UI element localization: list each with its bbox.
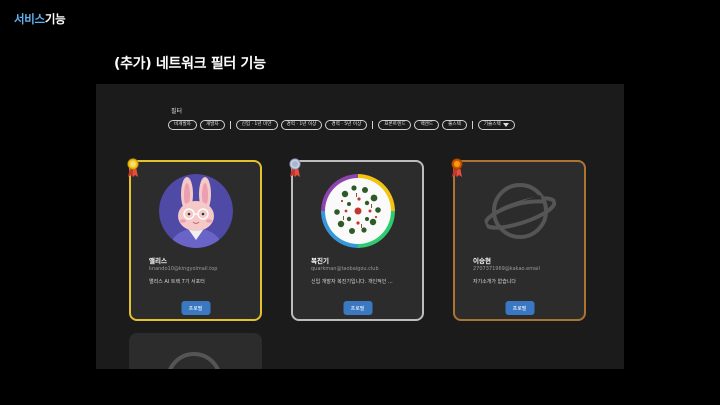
profile-button[interactable]: 프로필 xyxy=(343,301,372,315)
chip-5yr-plus[interactable]: 경력 · 5년 이상 xyxy=(325,119,368,130)
app-screenshot-panel: 필터 비개발자 개발자 신입 · 1년 미만 경력 · 1년 이상 경력 · 5… xyxy=(96,84,624,369)
card-bio: 신입 개발자 복진기입니다. 개인적인 ... xyxy=(311,279,393,285)
card-name: 앨리스 xyxy=(149,257,167,265)
profile-button[interactable]: 프로필 xyxy=(505,301,534,315)
profile-card[interactable]: 복진기 quarkman@taobaigou.club 신입 개발자 복진기입니… xyxy=(289,158,424,321)
chip-1yr-plus[interactable]: 경력 · 1년 이상 xyxy=(280,119,323,130)
filter-label: 필터 xyxy=(171,108,183,115)
gold-medal-icon xyxy=(127,158,139,177)
chip-junior[interactable]: 신입 · 1년 미만 xyxy=(235,119,278,130)
chevron-down-icon xyxy=(502,122,509,127)
profile-card-partial[interactable] xyxy=(129,333,262,369)
chip-tech-stack-label: 기술스택 xyxy=(483,121,501,127)
slide-title: (추가) 네트워크 필터 기능 xyxy=(114,56,266,72)
profile-card[interactable]: 앨리스 knando10@kingyolmail.top 앨리스 AI 트랙 7… xyxy=(127,158,262,321)
chip-divider xyxy=(471,120,473,129)
profile-button[interactable]: 프로필 xyxy=(181,301,210,315)
silver-medal-icon xyxy=(289,158,301,177)
chip-non-developer[interactable]: 비개발자 xyxy=(168,119,197,130)
rabbit-avatar xyxy=(159,174,233,248)
chip-divider xyxy=(372,120,374,129)
chip-divider xyxy=(229,120,231,129)
chip-backend[interactable]: 백엔드 xyxy=(414,119,440,130)
planet-placeholder-icon xyxy=(157,343,231,369)
chip-tech-stack-dropdown[interactable]: 기술스택 xyxy=(477,119,515,130)
brand-title: 서비스기능 xyxy=(14,11,66,27)
brand-part2: 기능 xyxy=(44,12,66,26)
card-name: 복진기 xyxy=(311,257,329,265)
plant-illustration-avatar xyxy=(321,174,395,248)
bronze-medal-icon xyxy=(451,158,463,177)
chip-fullstack[interactable]: 풀스택 xyxy=(442,119,467,130)
planet-placeholder-icon xyxy=(483,174,557,248)
card-name: 이승현 xyxy=(473,257,491,265)
brand-part1: 서비스 xyxy=(14,12,45,26)
card-email: quarkman@taobaigou.club xyxy=(311,266,379,272)
card-email: 2707371969@kakao.email xyxy=(473,266,540,272)
filter-chip-bar: 비개발자 개발자 신입 · 1년 미만 경력 · 1년 이상 경력 · 5년 이… xyxy=(168,119,518,130)
card-bio: 앨리스 AI 트랙 7기 서포터 xyxy=(149,279,205,285)
profile-card[interactable]: 이승현 2707371969@kakao.email 자기소개가 없습니다 프로… xyxy=(451,158,586,321)
chip-frontend[interactable]: 프론트엔드 xyxy=(378,119,412,130)
chip-developer[interactable]: 개발자 xyxy=(199,119,225,130)
card-email: knando10@kingyolmail.top xyxy=(149,266,218,272)
card-bio: 자기소개가 없습니다 xyxy=(473,279,516,285)
